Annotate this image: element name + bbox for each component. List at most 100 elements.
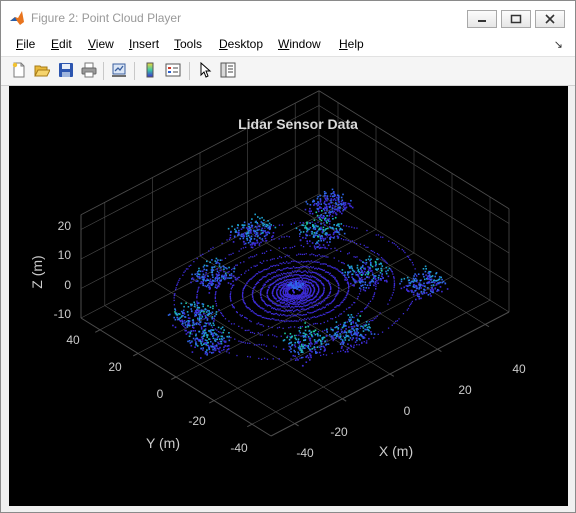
- lidar-point: [190, 308, 192, 310]
- lidar-point: [311, 253, 313, 255]
- lidar-point: [284, 314, 286, 316]
- lidar-point: [393, 286, 395, 289]
- lidar-point: [322, 244, 325, 246]
- menu-tools[interactable]: Tools: [174, 37, 202, 51]
- lidar-point: [299, 341, 301, 343]
- lidar-point: [438, 276, 441, 278]
- lidar-point: [263, 235, 266, 238]
- menu-help[interactable]: Help: [339, 37, 364, 51]
- lidar-point: [349, 203, 351, 205]
- lidar-point: [303, 332, 305, 334]
- lidar-point: [217, 326, 220, 329]
- property-inspector-icon[interactable]: [220, 62, 236, 78]
- lidar-point: [208, 285, 211, 287]
- lidar-point: [328, 211, 330, 214]
- lidar-point: [196, 300, 198, 302]
- lidar-point: [190, 344, 193, 347]
- lidar-point: [315, 278, 318, 280]
- lidar-point: [298, 253, 300, 255]
- lidar-point: [200, 357, 202, 359]
- colorbar-icon[interactable]: [142, 62, 158, 78]
- lidar-point: [372, 272, 374, 274]
- menu-insert[interactable]: Insert: [129, 37, 159, 51]
- maximize-button[interactable]: [501, 10, 531, 28]
- lidar-point: [370, 333, 373, 335]
- lidar-point: [215, 313, 218, 316]
- lidar-point: [193, 301, 195, 304]
- lidar-point: [341, 212, 343, 215]
- lidar-point: [342, 299, 344, 302]
- lidar-point: [280, 269, 282, 271]
- lidar-point: [281, 286, 283, 288]
- lidar-point: [309, 343, 311, 346]
- lidar-point: [239, 262, 242, 264]
- lidar-point: [291, 286, 294, 289]
- lidar-point: [352, 277, 354, 280]
- lidar-point: [202, 284, 204, 287]
- lidar-point: [314, 348, 316, 351]
- menu-view[interactable]: View: [88, 37, 114, 51]
- lidar-point: [194, 330, 196, 332]
- lidar-point: [278, 247, 280, 249]
- lidar-point: [282, 298, 285, 300]
- save-icon[interactable]: [58, 62, 74, 78]
- lidar-point: [257, 322, 260, 324]
- menu-window[interactable]: Window: [278, 37, 321, 51]
- lidar-point: [324, 193, 326, 195]
- lidar-point: [348, 326, 350, 328]
- lidar-point: [194, 273, 196, 276]
- lidar-point: [329, 284, 331, 286]
- link-plot-icon[interactable]: [111, 62, 127, 78]
- lidar-point: [184, 322, 186, 324]
- lidar-point: [261, 216, 263, 219]
- lidar-point: [188, 265, 190, 267]
- edit-plot-icon[interactable]: [197, 62, 213, 78]
- lidar-point: [294, 355, 296, 357]
- lidar-point: [259, 217, 261, 220]
- lidar-point: [225, 276, 227, 279]
- lidar-point: [302, 294, 304, 296]
- open-file-icon[interactable]: [34, 62, 50, 78]
- print-icon[interactable]: [81, 62, 97, 78]
- new-figure-icon[interactable]: [11, 62, 27, 78]
- lidar-point: [325, 228, 327, 230]
- lidar-point: [256, 323, 258, 325]
- lidar-point: [312, 306, 314, 308]
- lidar-point: [252, 288, 254, 290]
- lidar-point: [295, 320, 297, 322]
- lidar-point: [344, 207, 346, 209]
- lidar-point: [372, 280, 375, 283]
- lidar-point: [311, 221, 313, 223]
- lidar-point: [269, 311, 271, 313]
- figure-canvas[interactable]: Lidar Sensor Data X (m) Y (m) Z (m) -40 …: [9, 86, 568, 506]
- lidar-point: [340, 347, 343, 349]
- lidar-point: [379, 271, 382, 274]
- lidar-point: [297, 359, 299, 361]
- lidar-point: [193, 312, 196, 314]
- minimize-icon: [478, 20, 486, 22]
- lidar-point: [341, 272, 344, 274]
- lidar-point: [195, 341, 197, 343]
- menu-file[interactable]: File: [16, 37, 35, 51]
- lidar-point: [290, 320, 292, 322]
- lidar-point: [293, 307, 295, 309]
- lidar-point: [359, 259, 361, 261]
- lidar-point: [254, 301, 256, 303]
- lidar-point: [337, 324, 340, 327]
- title-bar[interactable]: Figure 2: Point Cloud Player: [1, 1, 575, 34]
- lidar-point: [325, 335, 328, 337]
- legend-icon[interactable]: [165, 62, 181, 78]
- menu-desktop[interactable]: Desktop: [219, 37, 263, 51]
- lidar-point: [302, 343, 304, 346]
- lidar-3d-axes[interactable]: Lidar Sensor Data X (m) Y (m) Z (m) -40 …: [9, 86, 568, 506]
- dock-arrow-icon[interactable]: ↘: [554, 38, 563, 51]
- minimize-button[interactable]: [467, 10, 497, 28]
- x-tick-label: 40: [512, 362, 526, 376]
- lidar-point: [335, 227, 337, 230]
- lidar-point: [209, 278, 212, 281]
- lidar-point: [201, 332, 203, 335]
- lidar-point: [322, 337, 324, 339]
- close-button[interactable]: [535, 10, 565, 28]
- menu-edit[interactable]: Edit: [51, 37, 72, 51]
- lidar-point: [285, 309, 287, 311]
